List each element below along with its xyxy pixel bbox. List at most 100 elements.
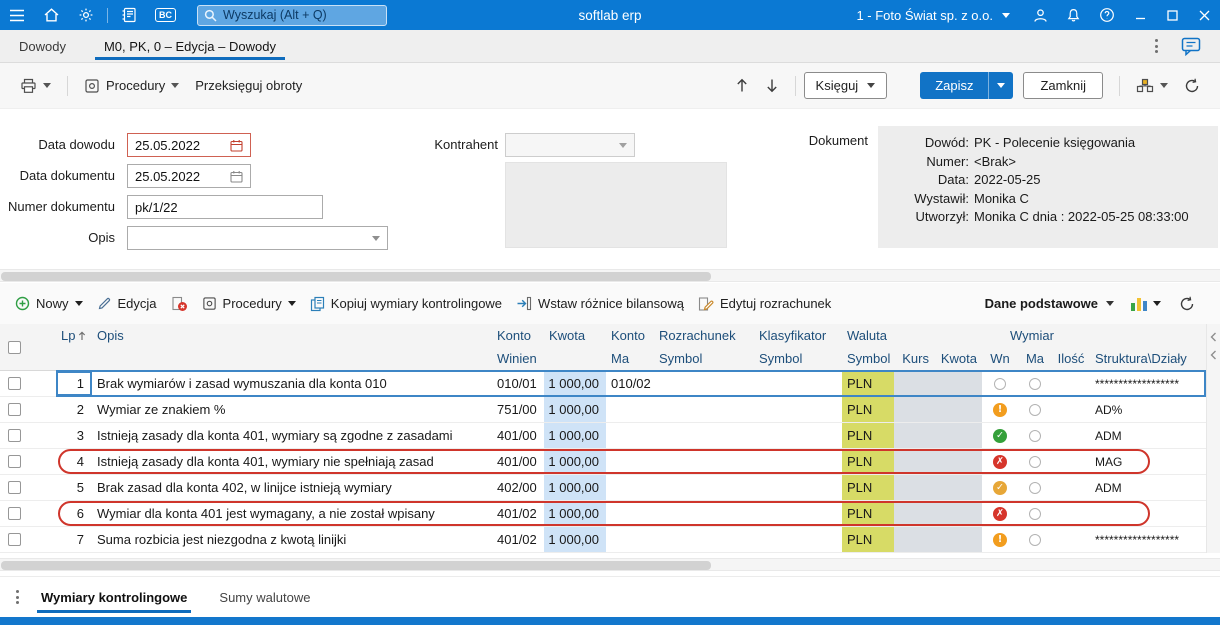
edycja-button[interactable]: Edycja	[90, 291, 164, 316]
bell-icon[interactable]	[1057, 0, 1090, 30]
home-icon[interactable]	[34, 0, 69, 30]
table-row[interactable]: 6 Wymiar dla konta 401 jest wymagany, a …	[0, 501, 1206, 527]
grid-horizontal-scrollbar[interactable]	[0, 558, 1220, 571]
row-checkbox[interactable]	[8, 455, 21, 468]
col-header-waluta-symbol[interactable]: Symbol	[842, 347, 894, 370]
bc-module-icon[interactable]: BC	[146, 0, 185, 30]
view-selector[interactable]: Dane podstawowe	[979, 291, 1120, 316]
journal-icon[interactable]	[112, 0, 146, 30]
chat-icon[interactable]	[1172, 30, 1210, 63]
more-options-icon[interactable]	[1149, 33, 1164, 59]
kopiuj-wymiary-label: Kopiuj wymiary kontrolingowe	[330, 296, 503, 311]
col-header-konto-ma[interactable]: Konto	[606, 324, 654, 347]
tab-sumy-walutowe[interactable]: Sumy walutowe	[203, 577, 326, 617]
data-dowodu-input[interactable]: 25.05.2022	[127, 133, 251, 157]
grid-procedury-button[interactable]: Procedury	[195, 291, 303, 316]
refresh-icon	[1185, 78, 1199, 92]
col-header-rozrachunek-symbol[interactable]: Symbol	[654, 347, 754, 370]
col-header-kwota[interactable]: Kwota	[544, 324, 606, 347]
kopiuj-wymiary-button[interactable]: Kopiuj wymiary kontrolingowe	[303, 291, 509, 317]
col-header-struktura[interactable]: Struktura\Działy	[1090, 347, 1206, 370]
grid-refresh-button[interactable]	[1172, 291, 1202, 317]
col-header-ilosc[interactable]: Ilość	[1052, 347, 1090, 370]
table-row[interactable]: 4 Istnieją zasady dla konta 401, wymiary…	[0, 449, 1206, 475]
refresh-button[interactable]	[1176, 72, 1208, 100]
edytuj-rozrachunek-button[interactable]: Edytuj rozrachunek	[691, 291, 838, 317]
wstaw-roznice-button[interactable]: Wstaw różnice bilansową	[509, 291, 691, 316]
col-header-waluta-kwota[interactable]: Kwota	[934, 347, 982, 370]
print-button[interactable]	[12, 72, 59, 100]
usun-button[interactable]	[164, 291, 195, 317]
zapisz-dropdown[interactable]	[988, 72, 1013, 99]
next-record-button[interactable]	[757, 72, 787, 99]
zamknij-button[interactable]: Zamknij	[1023, 72, 1103, 99]
cell-wymiar-ma	[1018, 423, 1052, 448]
select-all-checkbox[interactable]	[8, 340, 21, 354]
global-search-input[interactable]: Wyszukaj (Alt + Q)	[197, 4, 387, 26]
maximize-button[interactable]	[1156, 0, 1188, 30]
col-header-wn[interactable]: Wn	[982, 347, 1018, 370]
cell-lp: 1	[56, 371, 92, 396]
row-checkbox[interactable]	[8, 377, 21, 390]
row-checkbox[interactable]	[8, 533, 21, 546]
col-header-wymiar-ma[interactable]: Ma	[1018, 347, 1052, 370]
tab-wymiary-kontrolingowe[interactable]: Wymiary kontrolingowe	[25, 577, 203, 617]
row-checkbox[interactable]	[8, 429, 21, 442]
close-button[interactable]	[1188, 0, 1220, 30]
col-header-kurs[interactable]: Kurs	[894, 347, 934, 370]
col-group-waluta[interactable]: Waluta	[842, 324, 982, 347]
cell-kwota: 1 000,00	[544, 371, 606, 396]
user-icon[interactable]	[1024, 0, 1057, 30]
table-row[interactable]: 5 Brak zasad dla konta 402, w linijce is…	[0, 475, 1206, 501]
grid-procedury-label: Procedury	[222, 296, 282, 311]
przeksieguj-obroty-button[interactable]: Przeksięguj obroty	[187, 72, 310, 99]
prev-record-button[interactable]	[727, 72, 757, 99]
col-header-konto-winien[interactable]: Konto	[492, 324, 544, 347]
cell-konto-winien: 402/00	[497, 480, 537, 495]
grid-vertical-scrollbar[interactable]	[1206, 324, 1220, 553]
chevron-down-icon	[1160, 83, 1168, 88]
scrollbar-thumb[interactable]	[1, 561, 711, 570]
col-header-winien[interactable]: Winien	[492, 347, 544, 370]
tab-edycja-dowody[interactable]: M0, PK, 0 – Edycja – Dowody	[85, 30, 295, 62]
row-checkbox[interactable]	[8, 403, 21, 416]
procedury-button[interactable]: Procedury	[76, 72, 187, 100]
col-header-ma[interactable]: Ma	[606, 347, 654, 370]
data-dokumentu-input[interactable]: 25.05.2022	[127, 164, 251, 188]
form-horizontal-scrollbar[interactable]	[0, 269, 1220, 282]
scrollbar-thumb[interactable]	[1, 272, 711, 281]
numer-dokumentu-input[interactable]: pk/1/22	[127, 195, 323, 219]
table-row[interactable]: 7 Suma rozbicia jest niezgodna z kwotą l…	[0, 527, 1206, 553]
ksieguj-button[interactable]: Księguj	[803, 72, 888, 99]
zapisz-button[interactable]: Zapisz	[920, 72, 1014, 99]
kontrahent-select[interactable]	[505, 133, 635, 157]
settings-gear-icon[interactable]	[69, 0, 103, 30]
help-icon[interactable]	[1090, 0, 1124, 30]
minimize-button[interactable]	[1124, 0, 1156, 30]
col-header-opis[interactable]: Opis	[92, 324, 492, 347]
company-selector[interactable]: 1 - Foto Świat sp. z o.o.	[848, 8, 1024, 23]
cell-konto-ma	[606, 423, 654, 448]
cell-waluta-symbol: PLN	[842, 527, 894, 552]
row-checkbox[interactable]	[8, 507, 21, 520]
tab-dowody[interactable]: Dowody	[0, 30, 85, 62]
table-row[interactable]: 1 Brak wymiarów i zasad wymuszania dla k…	[0, 370, 1206, 397]
bottom-more-options-icon[interactable]	[10, 584, 25, 610]
table-row[interactable]: 3 Istnieją zasady dla konta 401, wymiary…	[0, 423, 1206, 449]
chart-view-button[interactable]	[1124, 292, 1168, 316]
row-checkbox[interactable]	[8, 481, 21, 494]
nowy-button[interactable]: Nowy	[8, 291, 90, 316]
col-header-lp[interactable]: Lp	[56, 324, 92, 347]
table-row[interactable]: 2 Wymiar ze znakiem % 751/00 1 000,00 PL…	[0, 397, 1206, 423]
col-group-wymiar[interactable]: Wymiar	[982, 324, 1206, 347]
menu-icon[interactable]	[0, 0, 34, 30]
cell-struktura-dzialy: ******************	[1095, 532, 1180, 547]
toolbar-separator	[67, 75, 68, 96]
col-header-klasyfikator-symbol[interactable]: Symbol	[754, 347, 842, 370]
col-header-rozrachunek[interactable]: Rozrachunek	[654, 324, 754, 347]
col-header-klasyfikator[interactable]: Klasyfikator	[754, 324, 842, 347]
opis-select[interactable]	[127, 226, 388, 250]
select-all-cell	[0, 324, 56, 370]
data-dowodu-label: Data dowodu	[38, 137, 115, 152]
automation-button[interactable]	[1128, 72, 1176, 100]
